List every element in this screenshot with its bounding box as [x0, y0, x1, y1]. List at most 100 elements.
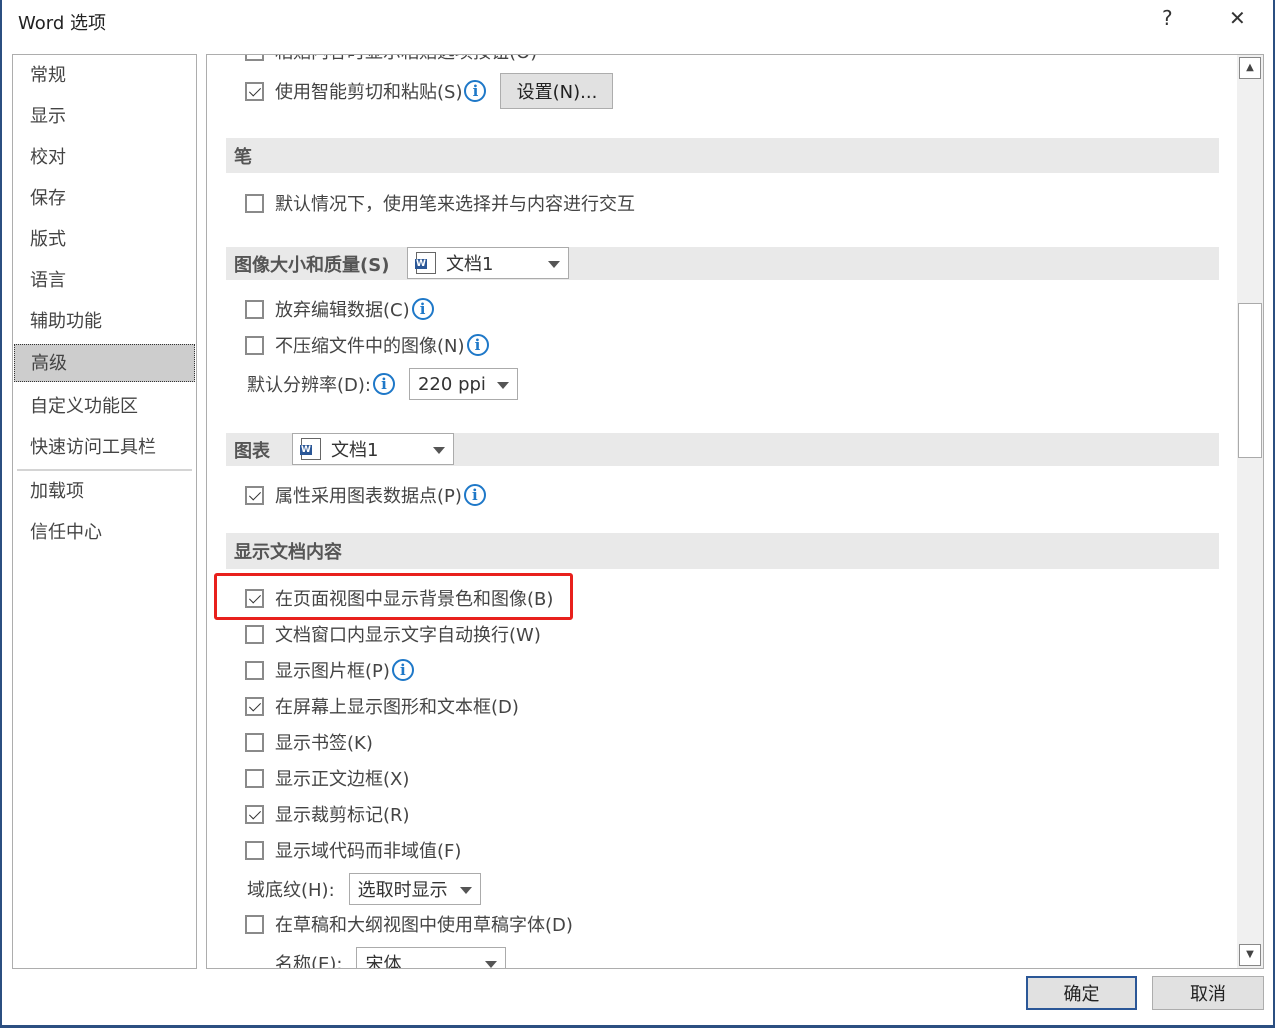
draft-font-row[interactable]: 在草稿和大纲视图中使用草稿字体(D): [245, 912, 573, 936]
checkbox[interactable]: [245, 768, 264, 788]
font-name-select[interactable]: 宋体: [356, 947, 507, 969]
info-icon: i: [464, 80, 487, 102]
info-icon: i: [466, 334, 489, 356]
chevron-down-icon: [485, 961, 498, 968]
sidebar-item-layout[interactable]: 版式: [14, 221, 195, 259]
checkbox[interactable]: [245, 732, 264, 752]
option-label: 默认情况下，使用笔来选择并与内容进行交互: [275, 194, 635, 215]
option-label: 在屏幕上显示图形和文本框(D): [275, 697, 519, 718]
paste-options-row[interactable]: 粘贴内容时显示粘贴选项按钮(O): [245, 55, 537, 63]
checkbox[interactable]: [245, 335, 264, 355]
checkbox[interactable]: [245, 193, 264, 213]
select-value: 选取时显示: [357, 880, 448, 901]
font-name-label: 名称(E):: [275, 954, 343, 969]
option-label: 放弃编辑数据(C): [275, 300, 410, 321]
checkbox[interactable]: [245, 914, 264, 934]
sidebar-item-language[interactable]: 语言: [14, 262, 195, 300]
sidebar-item-customize-ribbon[interactable]: 自定义功能区: [14, 388, 195, 426]
option-label: 使用智能剪切和粘贴(S): [275, 82, 463, 103]
scroll-up-icon[interactable]: ▲: [1239, 57, 1261, 79]
help-button[interactable]: ?: [1162, 6, 1173, 30]
cancel-button[interactable]: 取消: [1152, 976, 1264, 1010]
section-header-image: 图像大小和质量(S) W 文档1: [226, 247, 1219, 280]
info-icon: i: [411, 298, 434, 320]
checkbox[interactable]: [245, 804, 264, 824]
sidebar-item-quick-access[interactable]: 快速访问工具栏: [14, 429, 195, 467]
word-doc-icon: W: [415, 252, 436, 274]
highlight-box: [214, 573, 573, 620]
chart-option-row[interactable]: 属性采用图表数据点(P) i: [245, 483, 486, 507]
image-doc-select[interactable]: W 文档1: [407, 247, 569, 279]
option-label: 不压缩文件中的图像(N): [275, 336, 465, 357]
field-shading-select[interactable]: 选取时显示: [348, 873, 481, 905]
option-label: 显示书签(K): [275, 733, 373, 754]
drawings-textboxes-row[interactable]: 在屏幕上显示图形和文本框(D): [245, 694, 519, 718]
section-header-display: 显示文档内容: [226, 533, 1219, 569]
checkbox[interactable]: [245, 660, 264, 680]
text-boundaries-row[interactable]: 显示正文边框(X): [245, 766, 409, 790]
sidebar-item-advanced[interactable]: 高级: [14, 344, 195, 382]
section-header-pen: 笔: [226, 138, 1219, 173]
info-icon: i: [391, 659, 414, 681]
checkbox[interactable]: [245, 485, 264, 505]
dialog-title: Word 选项: [18, 13, 106, 34]
font-name-row: 名称(E): 宋体: [275, 947, 507, 969]
checkbox[interactable]: [245, 624, 264, 644]
checkbox[interactable]: [245, 81, 264, 101]
resolution-label: 默认分辨率(D):: [247, 375, 371, 396]
chevron-down-icon: [496, 382, 509, 389]
sidebar: 常规 显示 校对 保存 版式 语言 辅助功能 高级 自定义功能区 快速访问工具栏…: [12, 54, 197, 969]
pen-option-row[interactable]: 默认情况下，使用笔来选择并与内容进行交互: [245, 191, 635, 215]
settings-button[interactable]: 设置(N)...: [500, 73, 614, 109]
option-label: 显示域代码而非域值(F): [275, 841, 462, 862]
divider: [17, 469, 192, 471]
option-label: 显示裁剪标记(R): [275, 805, 410, 826]
option-label: 属性采用图表数据点(P): [275, 486, 462, 507]
ok-button[interactable]: 确定: [1026, 976, 1137, 1010]
discard-edit-data-row[interactable]: 放弃编辑数据(C) i: [245, 297, 434, 321]
sidebar-item-save[interactable]: 保存: [14, 180, 195, 218]
sidebar-item-proofing[interactable]: 校对: [14, 139, 195, 177]
select-value: 220 ppi: [417, 373, 486, 395]
scroll-down-icon[interactable]: ▼: [1239, 944, 1261, 966]
picture-placeholders-row[interactable]: 显示图片框(P) i: [245, 658, 414, 682]
chart-doc-select[interactable]: W 文档1: [292, 433, 454, 465]
vertical-scrollbar[interactable]: ▲ ▼: [1237, 55, 1263, 968]
wrap-text-row[interactable]: 文档窗口内显示文字自动换行(W): [245, 622, 541, 646]
select-value: 文档1: [446, 254, 494, 275]
chevron-down-icon: [548, 261, 560, 268]
option-label: 文档窗口内显示文字自动换行(W): [275, 625, 541, 646]
sidebar-item-accessibility[interactable]: 辅助功能: [14, 303, 195, 341]
checkbox[interactable]: [245, 840, 264, 860]
select-value: 文档1: [331, 440, 379, 461]
resolution-select[interactable]: 220 ppi: [408, 368, 518, 400]
field-codes-row[interactable]: 显示域代码而非域值(F): [245, 838, 461, 862]
options-panel: 粘贴内容时显示粘贴选项按钮(O) 使用智能剪切和粘贴(S)i 设置(N)... …: [206, 54, 1264, 969]
word-doc-icon: W: [300, 438, 321, 460]
crop-marks-row[interactable]: 显示裁剪标记(R): [245, 802, 410, 826]
chevron-down-icon: [459, 887, 472, 894]
sidebar-item-trust-center[interactable]: 信任中心: [14, 514, 195, 552]
info-icon: i: [372, 373, 395, 395]
info-icon: i: [463, 484, 486, 506]
scrollbar-thumb[interactable]: [1238, 303, 1262, 458]
smart-cut-row[interactable]: 使用智能剪切和粘贴(S) i 设置(N)...: [245, 73, 614, 109]
sidebar-item-addins[interactable]: 加载项: [14, 473, 195, 511]
checkbox[interactable]: [245, 299, 264, 319]
sidebar-item-display[interactable]: 显示: [14, 98, 195, 136]
option-label: 在草稿和大纲视图中使用草稿字体(D): [275, 915, 573, 936]
section-title: 图像大小和质量(S): [234, 254, 390, 276]
sidebar-item-general[interactable]: 常规: [14, 57, 195, 95]
bookmarks-row[interactable]: 显示书签(K): [245, 730, 373, 754]
close-button[interactable]: ✕: [1229, 6, 1246, 30]
section-header-chart: 图表 W 文档1: [226, 433, 1219, 466]
option-label: 显示正文边框(X): [275, 769, 410, 790]
no-compress-row[interactable]: 不压缩文件中的图像(N) i: [245, 333, 489, 357]
field-shading-row: 域底纹(H): 选取时显示: [247, 873, 481, 905]
section-title: 图表: [234, 440, 270, 462]
resolution-row: 默认分辨率(D): i 220 ppi: [247, 368, 518, 400]
checkbox[interactable]: [245, 55, 264, 61]
checkbox[interactable]: [245, 696, 264, 716]
select-value: 宋体: [365, 954, 402, 969]
option-label: 显示图片框(P): [275, 661, 390, 682]
